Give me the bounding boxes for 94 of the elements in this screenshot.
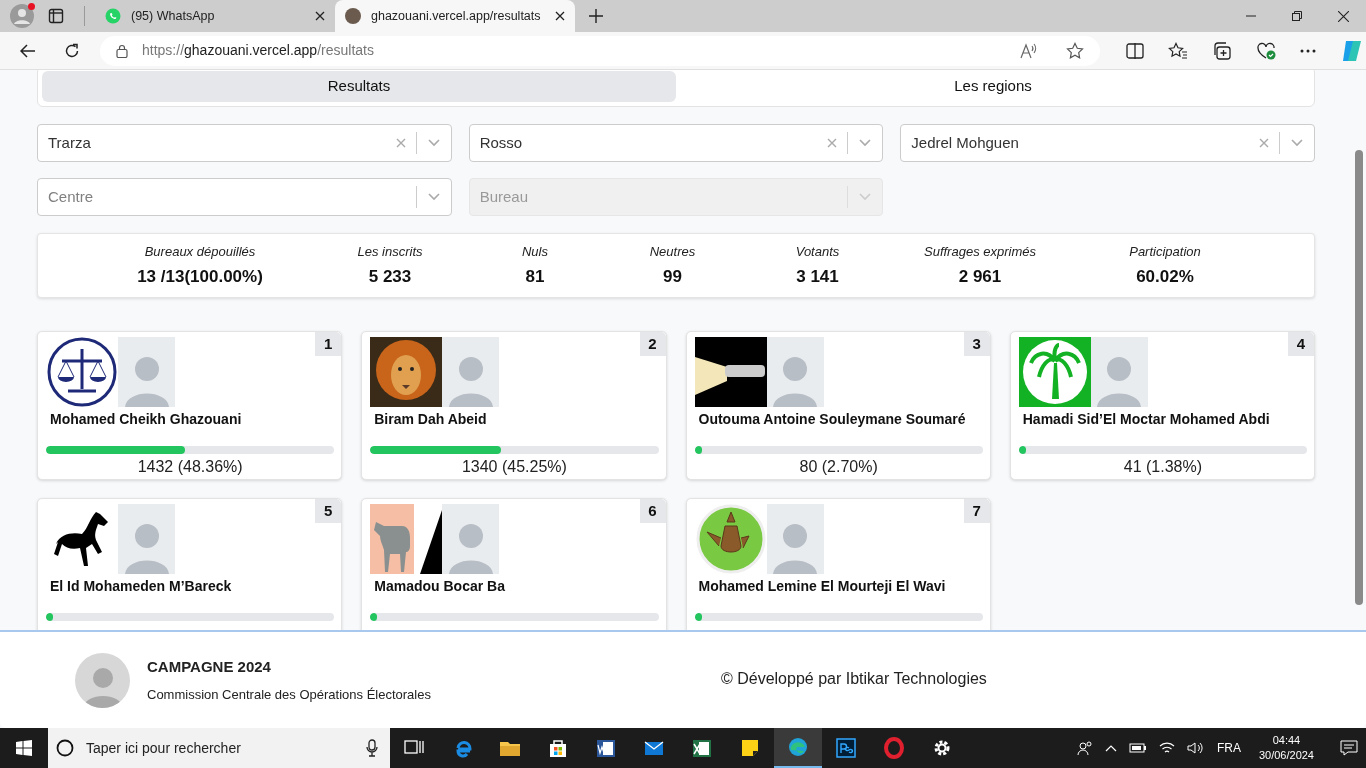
footer-title: CAMPAGNE 2024: [147, 656, 272, 677]
chevron-up-icon[interactable]: [1104, 744, 1117, 752]
rank-number: 7: [963, 499, 990, 523]
candidate-name: Biram Dah Abeid: [374, 410, 488, 428]
restore-icon[interactable]: [1292, 11, 1302, 21]
stat-label: Suffrages exprimés: [924, 242, 1036, 261]
rank-number: 5: [315, 499, 342, 523]
candidate-name: Mohamed Lemine El Mourteji El Wavi: [698, 577, 947, 595]
tab-title: ghazouani.vercel.app/resultats: [371, 7, 542, 25]
footer-subtitle: Commission Centrale des Opérations Électorales: [147, 686, 431, 704]
rank-number: 2: [639, 332, 666, 356]
stat-label: Neutres: [649, 242, 696, 261]
browser-tab[interactable]: ghazouani.vercel.app/resultats: [335, 0, 575, 32]
select-field[interactable]: Centre: [37, 178, 452, 216]
candidate-photo-placeholder: [442, 337, 500, 407]
url-text: https://ghazouani.vercel.app/resultats: [142, 41, 374, 60]
candidate-name: Outouma Antoine Souleymane Soumaré: [698, 410, 967, 428]
avatar-placeholder: [75, 652, 130, 708]
store-icon[interactable]: [547, 737, 569, 759]
star-icon[interactable]: [1066, 41, 1084, 60]
vote-count: 41 (1.38%): [1122, 457, 1203, 477]
candidate-photo-placeholder: [766, 504, 824, 574]
clock-time[interactable]: 04:44: [1272, 733, 1301, 748]
stat-value: 5 233: [368, 266, 412, 288]
stat-label: Votants: [795, 242, 840, 261]
refresh-icon[interactable]: [64, 42, 80, 59]
speaker-icon[interactable]: [1186, 741, 1205, 755]
candidate-photo-placeholder: [1090, 337, 1148, 407]
rank-number: 3: [963, 332, 990, 356]
favorites-icon[interactable]: [1168, 41, 1188, 60]
people-icon[interactable]: [1076, 740, 1093, 756]
search-icon: [56, 739, 74, 757]
battery-icon[interactable]: [1128, 742, 1147, 754]
candidate-photo-placeholder: [118, 504, 175, 574]
edge-icon[interactable]: [787, 736, 809, 758]
notifications-icon[interactable]: [1340, 740, 1358, 756]
search-field[interactable]: Taper ici pour rechercher: [48, 728, 390, 768]
address-bar[interactable]: https://ghazouani.vercel.app/resultats: [100, 35, 1100, 66]
wifi-icon[interactable]: [1158, 741, 1175, 755]
candidate-photo-placeholder: [442, 504, 500, 574]
clock-date[interactable]: 30/06/2024: [1258, 748, 1314, 763]
sticky-note-icon[interactable]: [739, 737, 761, 759]
back-icon[interactable]: [20, 43, 36, 58]
scrollbar-thumb[interactable]: [1355, 150, 1363, 605]
windows-start-icon[interactable]: [16, 740, 32, 756]
excel-icon[interactable]: [691, 737, 713, 759]
copilot-icon[interactable]: [1340, 38, 1364, 63]
microphone-icon[interactable]: [366, 739, 378, 757]
stat-value: 2 961: [958, 266, 1002, 288]
rank-number: 1: [315, 332, 342, 356]
close-icon[interactable]: [1337, 10, 1349, 22]
collections-icon[interactable]: [1212, 41, 1232, 60]
close-icon[interactable]: [555, 11, 565, 21]
heart-check-icon[interactable]: [1256, 41, 1276, 60]
read-aloud-icon[interactable]: [1020, 42, 1038, 59]
opera-icon[interactable]: [883, 737, 905, 759]
candidate-name: Hamadi Sid’El Moctar Mohamed Abdi: [1022, 410, 1271, 428]
lock-icon: [116, 43, 128, 58]
stat-value: 60.02%: [1136, 266, 1194, 288]
profile-icon[interactable]: [10, 4, 34, 28]
browser-tab[interactable]: (95) WhatsApp: [95, 0, 335, 32]
candidate-name: Mohamed Cheikh Ghazouani: [50, 410, 243, 428]
select-field: Bureau: [468, 178, 884, 216]
stat-value: 3 141: [796, 266, 839, 288]
favicon-photo-placeholder: [345, 8, 361, 24]
stat-label: Les inscrits: [357, 242, 423, 261]
vote-count: 1340 (45.25%): [460, 457, 568, 477]
candidate-name: El Id Mohameden M’Bareck: [50, 577, 233, 595]
vote-count: 1432 (48.36%): [136, 457, 244, 477]
rank-number: 4: [1288, 332, 1314, 356]
vote-count: 80 (2.70%): [798, 457, 879, 477]
split-screen-icon[interactable]: [1126, 42, 1144, 59]
candidate-photo-placeholder: [118, 337, 175, 407]
tab-title: (95) WhatsApp: [131, 7, 216, 25]
candidate-name: Mamadou Bocar Ba: [374, 577, 506, 595]
language-indicator[interactable]: FRA: [1216, 739, 1241, 757]
candidate-photo-placeholder: [766, 337, 824, 407]
new-tab-icon[interactable]: [589, 9, 603, 23]
word-icon[interactable]: [595, 737, 617, 759]
footer-credit: © Développé par Ibtikar Technologies: [720, 669, 987, 689]
view-tab[interactable]: Resultats: [42, 71, 676, 102]
stat-label: Bureaux dépouillés: [144, 242, 256, 261]
scales-logo: [46, 337, 118, 407]
close-icon[interactable]: [315, 11, 325, 21]
more-icon[interactable]: [1300, 48, 1316, 53]
stat-value: 13 /13(100.00%): [137, 266, 263, 288]
stat-label: Nuls: [522, 242, 548, 261]
chat-bubble-icon: [105, 8, 121, 24]
photoshop-icon[interactable]: [835, 737, 857, 759]
stat-label: Participation: [1129, 242, 1201, 261]
stat-value: 81: [525, 266, 545, 288]
stat-value: 99: [663, 266, 682, 288]
rank-number: 6: [639, 499, 666, 523]
tab-actions-icon[interactable]: [48, 8, 64, 24]
